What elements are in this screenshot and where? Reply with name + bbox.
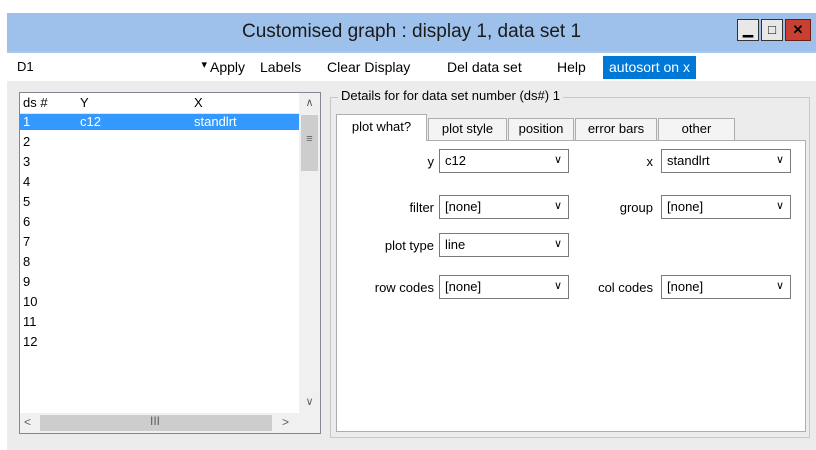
list-cell-ds: 3: [23, 154, 31, 169]
chevron-down-icon: ∨: [553, 238, 562, 250]
dataset-list[interactable]: ds # Y X 1 c12 standlrt 2 3 4 5 6 7 8 9 10 11 12 ∧ ≡ …: [19, 92, 321, 434]
x-select-value: standlrt: [667, 153, 710, 168]
group-select-value: [none]: [667, 199, 704, 214]
chevron-down-icon: ▾: [201, 59, 207, 71]
horizontal-scrollbar[interactable]: < III >: [20, 413, 299, 433]
list-cell-ds: 6: [23, 214, 31, 229]
maximize-button[interactable]: □: [761, 19, 783, 41]
list-cell-y: c12: [80, 114, 101, 129]
close-button[interactable]: ✕: [785, 19, 811, 41]
row-codes-select-value: [none]: [445, 279, 482, 294]
list-cell-x: standlrt: [194, 114, 237, 129]
chevron-down-icon: ∨: [775, 280, 784, 292]
display-selector-value: D1: [17, 59, 34, 74]
list-cell-ds: 1: [23, 114, 31, 129]
list-item[interactable]: 2: [20, 134, 299, 150]
display-selector[interactable]: D1 ▾: [17, 59, 207, 77]
row-codes-label: row codes: [374, 280, 434, 295]
scroll-right-icon[interactable]: >: [282, 415, 289, 429]
window-title: Customised graph : display 1, data set 1: [241, 21, 582, 42]
filter-label: filter: [409, 200, 434, 215]
filter-select[interactable]: [none] ∨: [439, 195, 569, 219]
list-item[interactable]: 5: [20, 194, 299, 210]
col-codes-select-value: [none]: [667, 279, 704, 294]
minimize-icon: ▁: [743, 22, 753, 37]
list-cell-ds: 12: [23, 334, 38, 349]
list-cell-ds: 11: [23, 314, 37, 329]
list-item[interactable]: 12: [20, 334, 299, 350]
list-item[interactable]: 7: [20, 234, 299, 250]
list-item[interactable]: 9: [20, 274, 299, 290]
chevron-down-icon: ∨: [775, 154, 784, 166]
list-item[interactable]: 11: [20, 314, 299, 330]
x-label: x: [646, 154, 654, 169]
list-item[interactable]: 8: [20, 254, 299, 270]
list-cell-ds: 2: [23, 134, 31, 149]
scroll-up-icon[interactable]: ∧: [299, 96, 320, 109]
y-label: y: [427, 154, 435, 169]
autosort-toggle[interactable]: autosort on x: [603, 56, 696, 79]
row-codes-select[interactable]: [none] ∨: [439, 275, 569, 299]
list-item[interactable]: 3: [20, 154, 299, 170]
tab-plot-style[interactable]: plot style: [428, 118, 507, 140]
filter-select-value: [none]: [445, 199, 482, 214]
group-select[interactable]: [none] ∨: [661, 195, 791, 219]
list-cell-ds: 4: [23, 174, 31, 189]
tab-position[interactable]: position: [508, 118, 574, 140]
plot-type-label: plot type: [384, 238, 434, 253]
scroll-down-icon[interactable]: ∨: [299, 395, 320, 408]
vertical-scrollbar[interactable]: ∧ ≡ ∨: [299, 93, 320, 413]
y-select-value: c12: [445, 153, 466, 168]
clear-display-button[interactable]: Clear Display: [327, 59, 410, 75]
menu-bar: D1 ▾ Apply Labels Clear Display Del data…: [7, 53, 816, 82]
chevron-down-icon: ∨: [553, 200, 562, 212]
col-codes-label: col codes: [598, 280, 653, 295]
list-item[interactable]: 10: [20, 294, 299, 310]
minimize-button[interactable]: ▁: [737, 19, 759, 41]
chevron-down-icon: ∨: [553, 280, 562, 292]
scroll-left-icon[interactable]: <: [24, 415, 31, 429]
list-cell-ds: 7: [23, 234, 31, 249]
plot-what-panel: y c12 ∨ x standlrt ∨ filter [none] ∨ gro…: [336, 140, 806, 432]
grip-icon: III: [150, 414, 161, 428]
column-header-ds[interactable]: ds #: [23, 95, 48, 110]
chevron-down-icon: ∨: [553, 154, 562, 166]
tab-error-bars[interactable]: error bars: [575, 118, 657, 140]
col-codes-select[interactable]: [none] ∨: [661, 275, 791, 299]
list-item[interactable]: 6: [20, 214, 299, 230]
help-button[interactable]: Help: [557, 59, 586, 75]
column-header-y[interactable]: Y: [80, 95, 89, 110]
plot-type-select[interactable]: line ∨: [439, 233, 569, 257]
maximize-icon: □: [768, 22, 776, 37]
list-item[interactable]: 4: [20, 174, 299, 190]
x-select[interactable]: standlrt ∨: [661, 149, 791, 173]
tab-plot-what[interactable]: plot what?: [336, 114, 427, 141]
tab-other[interactable]: other: [658, 118, 735, 140]
list-item[interactable]: 1 c12 standlrt: [20, 114, 299, 130]
list-cell-ds: 10: [23, 294, 38, 309]
chevron-down-icon: ∨: [775, 200, 784, 212]
scroll-corner: [299, 413, 320, 433]
delete-data-set-button[interactable]: Del data set: [447, 59, 522, 75]
close-icon: ✕: [792, 22, 804, 37]
group-label: group: [619, 200, 653, 215]
details-legend: Details for for data set number (ds#) 1: [338, 88, 563, 103]
y-select[interactable]: c12 ∨: [439, 149, 569, 173]
title-bar[interactable]: Customised graph : display 1, data set 1…: [7, 13, 816, 51]
list-cell-ds: 5: [23, 194, 31, 209]
labels-button[interactable]: Labels: [260, 59, 301, 75]
column-header-x[interactable]: X: [194, 95, 203, 110]
list-header: ds # Y X: [20, 93, 299, 114]
list-cell-ds: 9: [23, 274, 31, 289]
list-cell-ds: 8: [23, 254, 31, 269]
plot-type-select-value: line: [445, 237, 466, 252]
apply-button[interactable]: Apply: [210, 59, 245, 75]
grip-icon: ≡: [306, 133, 313, 145]
